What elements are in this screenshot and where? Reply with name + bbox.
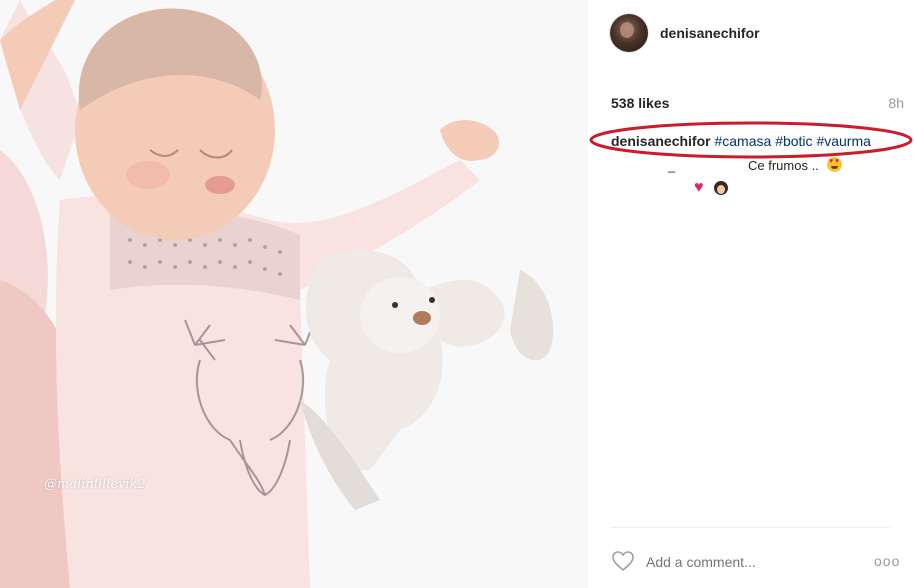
post-photo[interactable]: @malinlillevik2 — [0, 0, 588, 588]
likes-count[interactable]: 538 likes — [611, 95, 669, 111]
header-username[interactable]: denisanechifor — [660, 25, 760, 41]
post-details-panel: denisanechifor 538 likes 8h denisanechif… — [588, 0, 914, 588]
add-comment-input[interactable] — [646, 552, 846, 572]
comment-text: Ce frumos .. — [748, 158, 819, 173]
post-header: denisanechifor — [588, 0, 914, 66]
divider — [610, 527, 890, 528]
red-heart-emoji-icon: ♥ — [694, 179, 704, 196]
comment-prefix: _ — [668, 158, 676, 173]
highlight-oval-annotation — [589, 121, 913, 159]
photo-watermark: @malinlillevik2 — [44, 477, 146, 492]
more-options-button[interactable]: ooo — [874, 553, 900, 569]
post-timestamp[interactable]: 8h — [888, 95, 904, 111]
like-heart-icon[interactable] — [611, 550, 635, 572]
baby-photo-illustration — [0, 0, 588, 588]
girl-emoji-icon — [714, 181, 728, 195]
avatar[interactable] — [610, 14, 648, 52]
